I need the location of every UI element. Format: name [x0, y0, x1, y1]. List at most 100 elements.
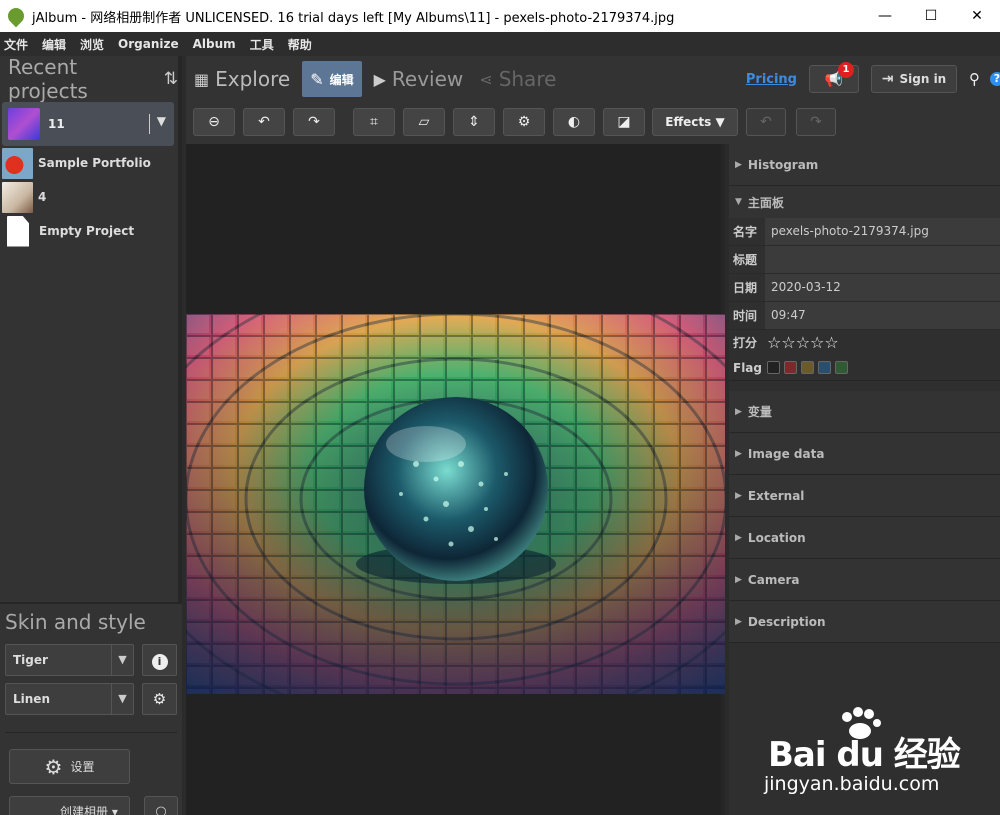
time-field[interactable]: 09:47: [765, 302, 1000, 329]
flag-color-swatch[interactable]: [835, 361, 848, 374]
rotate-right-button[interactable]: ↷: [293, 108, 335, 136]
expand-arrow-icon: ▶: [735, 159, 742, 170]
flag-color-swatch[interactable]: [818, 361, 831, 374]
prop-flag: Flag: [729, 355, 1000, 381]
menu-help[interactable]: 帮助: [288, 36, 312, 53]
style-select[interactable]: Linen ▼: [5, 683, 134, 715]
flip-button[interactable]: ⇕: [453, 108, 495, 136]
settings-button[interactable]: ⚙ 设置: [9, 749, 130, 784]
effects-button[interactable]: Effects ▼: [652, 108, 738, 136]
skin-value: Tiger: [13, 653, 48, 667]
maximize-button[interactable]: ☐: [908, 0, 954, 32]
section-main-panel[interactable]: ▼ 主面板: [729, 186, 1000, 218]
name-field[interactable]: pexels-photo-2179374.jpg: [765, 218, 1000, 245]
image-viewer[interactable]: [186, 144, 725, 815]
chevron-down-icon[interactable]: ▼: [111, 684, 133, 714]
window-title: jAlbum - 网络相册制作者 UNLICENSED. 16 trial da…: [32, 10, 675, 26]
recent-projects-title: Recent projects: [8, 55, 88, 103]
blank-file-icon: [7, 215, 29, 247]
sort-icon[interactable]: ⇅: [164, 69, 178, 89]
section-label: External: [747, 488, 805, 503]
skin-info-button[interactable]: i: [142, 644, 177, 676]
search-icon[interactable]: ⚲: [969, 70, 980, 88]
undo-button[interactable]: ↶: [746, 108, 786, 136]
current-project-selector[interactable]: 11 ▼: [2, 102, 174, 146]
photo-preview[interactable]: [186, 314, 725, 694]
recent-projects-header: Recent projects ⇅: [0, 55, 178, 103]
section-label: Location: [747, 530, 806, 545]
redo-button[interactable]: ↷: [796, 108, 836, 136]
section-image-data[interactable]: ▶ Image data: [729, 433, 1000, 475]
exposure-icon: ◪: [617, 114, 631, 130]
prop-label: 标题: [733, 253, 758, 267]
watermark-logo: Bai du 经验: [768, 735, 961, 775]
tab-review-label: Review: [391, 67, 464, 91]
help-icon[interactable]: ?: [990, 72, 1000, 86]
contrast-button[interactable]: ◐: [553, 108, 595, 136]
tab-explore[interactable]: ▦ Explore: [186, 56, 298, 102]
section-histogram[interactable]: ▶ Histogram: [729, 144, 1000, 186]
chevron-down-icon[interactable]: ▼: [111, 645, 133, 675]
crop-button[interactable]: ⌗: [353, 108, 395, 136]
section-camera[interactable]: ▶ Camera: [729, 559, 1000, 601]
menu-tools[interactable]: 工具: [250, 36, 274, 53]
straighten-button[interactable]: ▱: [403, 108, 445, 136]
edit-toolbar: ⊖ ↶ ↷ ⌗ ▱ ⇕ ⚙ ◐ ◪ Effects ▼ ↶ ↷: [186, 102, 1000, 144]
notification-badge: 1: [838, 62, 854, 78]
tab-share-label: Share: [498, 67, 557, 91]
adjust-settings-button[interactable]: ⚙: [503, 108, 545, 136]
project-item-empty-project[interactable]: Empty Project: [0, 214, 178, 248]
current-project-name: 11: [48, 117, 65, 131]
notifications-button[interactable]: 📢 1: [809, 62, 859, 93]
tab-review[interactable]: ▶ Review: [366, 56, 472, 102]
menu-organize[interactable]: Organize: [118, 37, 179, 51]
menu-album[interactable]: Album: [193, 37, 236, 51]
search-button[interactable]: ○: [144, 796, 178, 815]
divider: [5, 732, 177, 733]
straighten-icon: ▱: [418, 114, 430, 130]
info-icon: i: [151, 654, 168, 670]
pricing-link[interactable]: Pricing: [746, 72, 797, 87]
prop-label: 日期: [733, 281, 758, 295]
project-name: Empty Project: [39, 224, 135, 238]
zoom-out-button[interactable]: ⊖: [193, 108, 235, 136]
share-icon: ⋖: [479, 69, 493, 89]
flag-color-swatch[interactable]: [767, 361, 780, 374]
skin-select[interactable]: Tiger ▼: [5, 644, 134, 676]
menu-file[interactable]: 文件: [4, 36, 28, 53]
gear-icon: ⚙: [517, 114, 531, 130]
flag-color-swatch[interactable]: [801, 361, 814, 374]
project-thumbnail: [2, 181, 33, 213]
make-album-button[interactable]: 创建相册 ▾: [9, 796, 130, 815]
project-thumbnail: [2, 147, 33, 179]
settings-label: 设置: [70, 760, 95, 774]
section-external[interactable]: ▶ External: [729, 475, 1000, 517]
expand-arrow-icon: ▶: [735, 532, 742, 543]
section-description[interactable]: ▶ Description: [729, 601, 1000, 643]
main-header: ▦ Explore ✎ 编辑 ▶ Review ⋖ Share Pricing …: [186, 56, 1000, 102]
tab-edit[interactable]: ✎ 编辑: [302, 61, 362, 97]
sign-in-button[interactable]: ⇥ Sign in: [871, 65, 957, 93]
menu-edit[interactable]: 编辑: [42, 36, 66, 53]
title-field[interactable]: [765, 246, 1000, 273]
flag-color-swatch[interactable]: [784, 361, 797, 374]
section-location[interactable]: ▶ Location: [729, 517, 1000, 559]
project-name: 4: [38, 190, 47, 204]
project-item-4[interactable]: 4: [0, 180, 178, 214]
section-variables[interactable]: ▶ 变量: [729, 391, 1000, 433]
project-item-sample-portfolio[interactable]: Sample Portfolio: [0, 146, 178, 180]
style-settings-button[interactable]: ⚙: [142, 683, 177, 715]
gear-icon: ⚙: [44, 754, 63, 779]
rating-stars[interactable]: ☆☆☆☆☆: [767, 333, 839, 352]
chevron-down-icon[interactable]: ▼: [157, 114, 166, 128]
close-button[interactable]: ✕: [954, 0, 1000, 32]
tab-share[interactable]: ⋖ Share: [471, 56, 564, 102]
rotate-left-icon: ↶: [258, 114, 270, 130]
expand-arrow-icon: ▶: [735, 574, 742, 585]
exposure-button[interactable]: ◪: [603, 108, 645, 136]
date-field[interactable]: 2020-03-12: [765, 274, 1000, 301]
minimize-button[interactable]: —: [862, 0, 908, 32]
play-icon: ▶: [373, 69, 386, 89]
rotate-left-button[interactable]: ↶: [243, 108, 285, 136]
menu-browse[interactable]: 浏览: [80, 36, 104, 53]
